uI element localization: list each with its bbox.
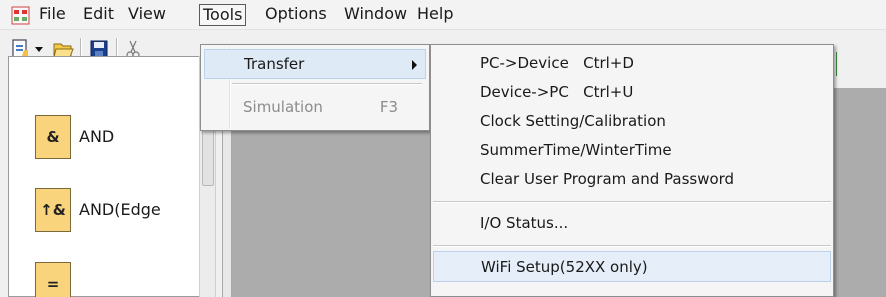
instruction-palette: & AND ↑& AND(Edge = — [8, 56, 208, 297]
menu-edit[interactable]: Edit — [80, 4, 117, 26]
menu-item-shortcut: F3 — [379, 98, 398, 116]
menu-tools[interactable]: Tools — [199, 4, 247, 26]
menu-item-label: Device->PC Ctrl+U — [480, 83, 634, 101]
palette-partial-icon: = — [35, 262, 71, 297]
app-logo-icon — [11, 6, 30, 25]
menu-options[interactable]: Options — [262, 4, 330, 26]
menu-item-clock-setting[interactable]: Clock Setting/Calibration — [433, 106, 831, 137]
menu-item-simulation[interactable]: Simulation F3 — [204, 93, 426, 123]
menu-item-label: Transfer — [244, 55, 305, 73]
menu-file[interactable]: File — [36, 4, 69, 26]
menu-separator — [232, 83, 422, 85]
toolbar-separator — [836, 52, 838, 76]
menu-item-device-to-pc[interactable]: Device->PC Ctrl+U — [433, 77, 831, 108]
palette-item-label: AND — [79, 127, 115, 146]
menu-bar: File Edit View Tools Options Window Help — [0, 0, 886, 30]
toolbar-right-area — [830, 50, 886, 88]
menu-item-summer-winter-time[interactable]: SummerTime/WinterTime — [433, 135, 831, 166]
menu-item-transfer[interactable]: Transfer — [204, 49, 426, 79]
transfer-submenu: PC->Device Ctrl+D Device->PC Ctrl+U Cloc… — [430, 44, 834, 297]
and-edge-icon: ↑& — [35, 188, 71, 232]
menu-item-label: WiFi Setup(52XX only) — [481, 258, 648, 276]
menu-item-label: PC->Device Ctrl+D — [480, 54, 634, 72]
menu-window[interactable]: Window — [341, 4, 410, 26]
menu-item-label: Clock Setting/Calibration — [480, 112, 666, 130]
menu-view[interactable]: View — [125, 4, 169, 26]
and-icon: & — [35, 115, 71, 159]
menu-item-io-status[interactable]: I/O Status... — [433, 208, 831, 239]
tools-menu: Transfer Simulation F3 — [200, 44, 430, 131]
menu-item-label: I/O Status... — [480, 214, 569, 232]
menu-help[interactable]: Help — [414, 4, 456, 26]
menu-item-label: SummerTime/WinterTime — [480, 141, 672, 159]
palette-item-label: AND(Edge — [79, 200, 161, 219]
submenu-arrow-icon — [412, 60, 417, 70]
menu-item-wifi-setup[interactable]: WiFi Setup(52XX only) — [433, 251, 831, 282]
menu-item-clear-program[interactable]: Clear User Program and Password — [433, 164, 831, 195]
menu-item-pc-to-device[interactable]: PC->Device Ctrl+D — [433, 48, 831, 79]
menu-item-label: Clear User Program and Password — [480, 170, 735, 188]
menu-item-label: Simulation — [243, 98, 323, 116]
menu-separator — [433, 245, 831, 247]
menu-separator — [433, 201, 831, 203]
